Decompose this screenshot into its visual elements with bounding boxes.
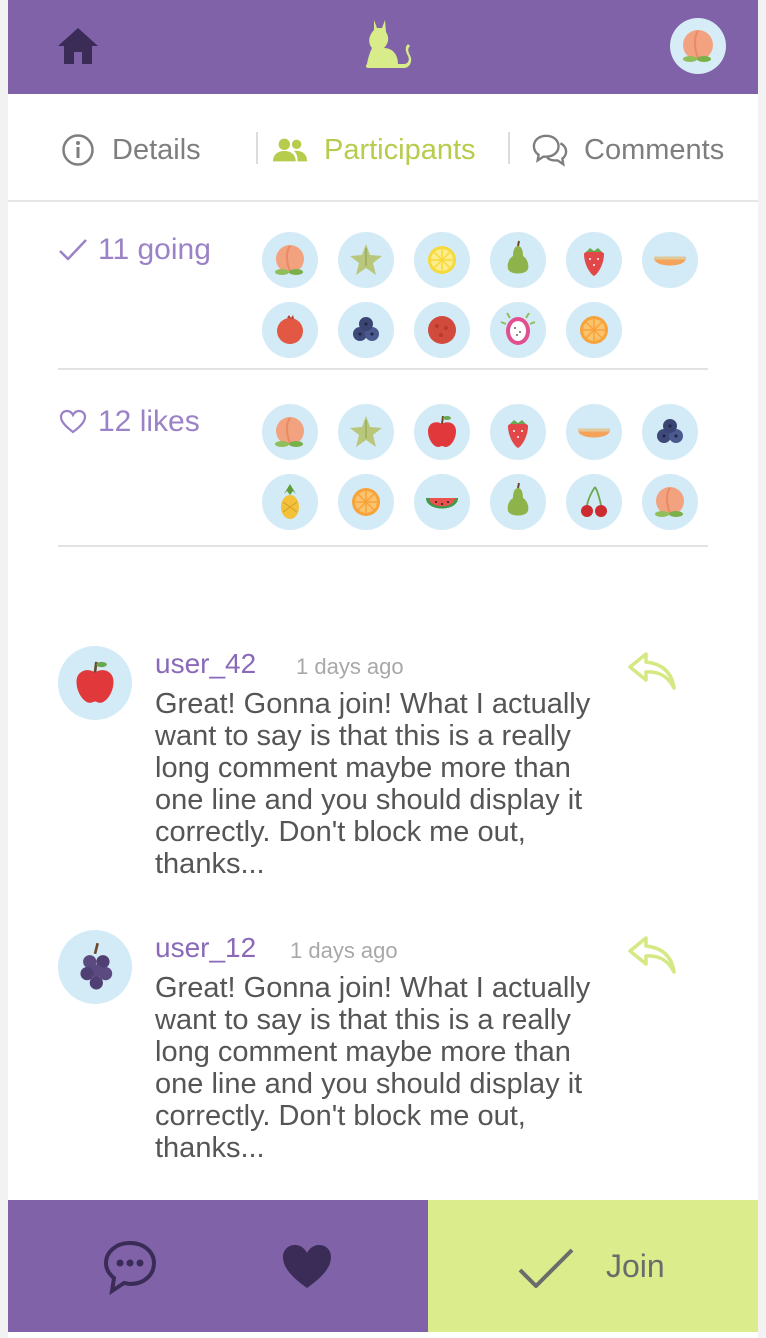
cantaloupe-icon [578, 428, 610, 438]
starfruit-icon [350, 244, 382, 275]
apple-icon [428, 415, 456, 447]
comment-button[interactable] [100, 1238, 160, 1296]
comment-avatar[interactable] [58, 930, 132, 1004]
peach-icon [683, 30, 713, 62]
participant-avatar[interactable] [414, 404, 470, 460]
comment-text: Great! Gonna join! What I actually want … [155, 688, 591, 880]
peach-icon [275, 417, 304, 447]
heart-icon [283, 1245, 331, 1288]
participant-avatar[interactable] [338, 232, 394, 288]
likes-count: 12 likes [58, 402, 200, 442]
home-icon [58, 28, 98, 64]
lychee-icon [428, 316, 456, 344]
peach-icon [275, 245, 304, 275]
like-button[interactable] [280, 1242, 334, 1292]
tab-comments-label: Comments [584, 133, 725, 166]
blueberry-icon [657, 419, 683, 443]
participant-avatar[interactable] [566, 404, 622, 460]
reply-icon [628, 936, 676, 974]
top-bar [8, 0, 758, 94]
pineapple-icon [281, 484, 299, 519]
participant-avatar[interactable] [490, 474, 546, 530]
participant-avatar[interactable] [262, 474, 318, 530]
heart-outline-icon [58, 407, 88, 437]
cherry-icon [581, 486, 607, 517]
participant-avatar[interactable] [566, 302, 622, 358]
pear-icon [507, 482, 529, 516]
comment-username[interactable]: user_42 [155, 648, 256, 680]
pear-icon [507, 240, 529, 274]
orange-icon [580, 316, 608, 344]
comments-icon [532, 132, 568, 168]
comment-timestamp: 1 days ago [296, 654, 404, 679]
likes-section: 12 likes [58, 392, 708, 547]
app-screen: Details Participants Comments 11 going 1… [8, 0, 758, 1338]
watermelon-icon [426, 498, 458, 509]
check-icon [58, 235, 88, 265]
home-button[interactable] [54, 22, 102, 70]
tab-divider [256, 132, 258, 164]
participant-avatar[interactable] [262, 302, 318, 358]
strawberry-icon [508, 420, 528, 448]
tab-details[interactable]: Details [60, 130, 201, 170]
participant-avatar[interactable] [414, 302, 470, 358]
comment-timestamp: 1 days ago [290, 938, 398, 963]
participant-avatar[interactable] [338, 404, 394, 460]
participant-avatar[interactable] [338, 302, 394, 358]
participant-avatar[interactable] [414, 474, 470, 530]
info-icon [60, 132, 96, 168]
chat-bubble-icon [103, 1240, 157, 1296]
participant-avatar[interactable] [642, 404, 698, 460]
going-count: 11 going [58, 230, 211, 270]
tab-bar: Details Participants Comments [8, 94, 758, 202]
reply-button[interactable] [626, 650, 678, 692]
participant-avatar[interactable] [490, 404, 546, 460]
user-avatar-button[interactable] [670, 18, 726, 74]
bottom-action-bar: Join [8, 1200, 758, 1332]
grapes-icon [80, 942, 113, 990]
dragonfruit-icon [500, 312, 536, 345]
comment-avatar[interactable] [58, 646, 132, 720]
comment-username[interactable]: user_12 [155, 932, 256, 964]
tab-participants-label: Participants [324, 133, 476, 166]
join-button[interactable]: Join [428, 1200, 758, 1332]
participant-avatar[interactable] [414, 232, 470, 288]
participant-avatar[interactable] [566, 474, 622, 530]
reply-button[interactable] [626, 934, 678, 976]
strawberry-icon [584, 248, 604, 276]
apple-icon [76, 661, 114, 703]
participant-avatar[interactable] [566, 232, 622, 288]
participant-avatar[interactable] [262, 232, 318, 288]
starfruit-icon [350, 416, 382, 447]
participant-avatar[interactable] [642, 474, 698, 530]
participant-avatar[interactable] [262, 404, 318, 460]
participant-avatar[interactable] [490, 232, 546, 288]
going-label: 11 going [98, 233, 211, 266]
peach-icon [655, 487, 684, 517]
blueberry-icon [353, 317, 379, 341]
going-section: 11 going [58, 220, 708, 370]
tab-divider [508, 132, 510, 164]
likes-label: 12 likes [98, 405, 200, 438]
participant-avatar[interactable] [642, 232, 698, 288]
pomegranate-icon [277, 315, 303, 344]
cat-logo-icon [360, 14, 412, 70]
reply-icon [628, 652, 676, 690]
join-label: Join [606, 1248, 665, 1284]
orange-icon [352, 488, 380, 516]
tab-comments[interactable]: Comments [532, 130, 724, 170]
bottom-actions-left [8, 1200, 428, 1332]
participant-avatar[interactable] [490, 302, 546, 358]
comment-text: Great! Gonna join! What I actually want … [155, 972, 591, 1164]
check-icon [518, 1248, 574, 1288]
tab-details-label: Details [112, 133, 201, 166]
tab-participants[interactable]: Participants [272, 130, 476, 170]
lemon-icon [428, 246, 456, 274]
participant-avatar[interactable] [338, 474, 394, 530]
cantaloupe-icon [654, 256, 686, 266]
people-icon [272, 132, 308, 168]
